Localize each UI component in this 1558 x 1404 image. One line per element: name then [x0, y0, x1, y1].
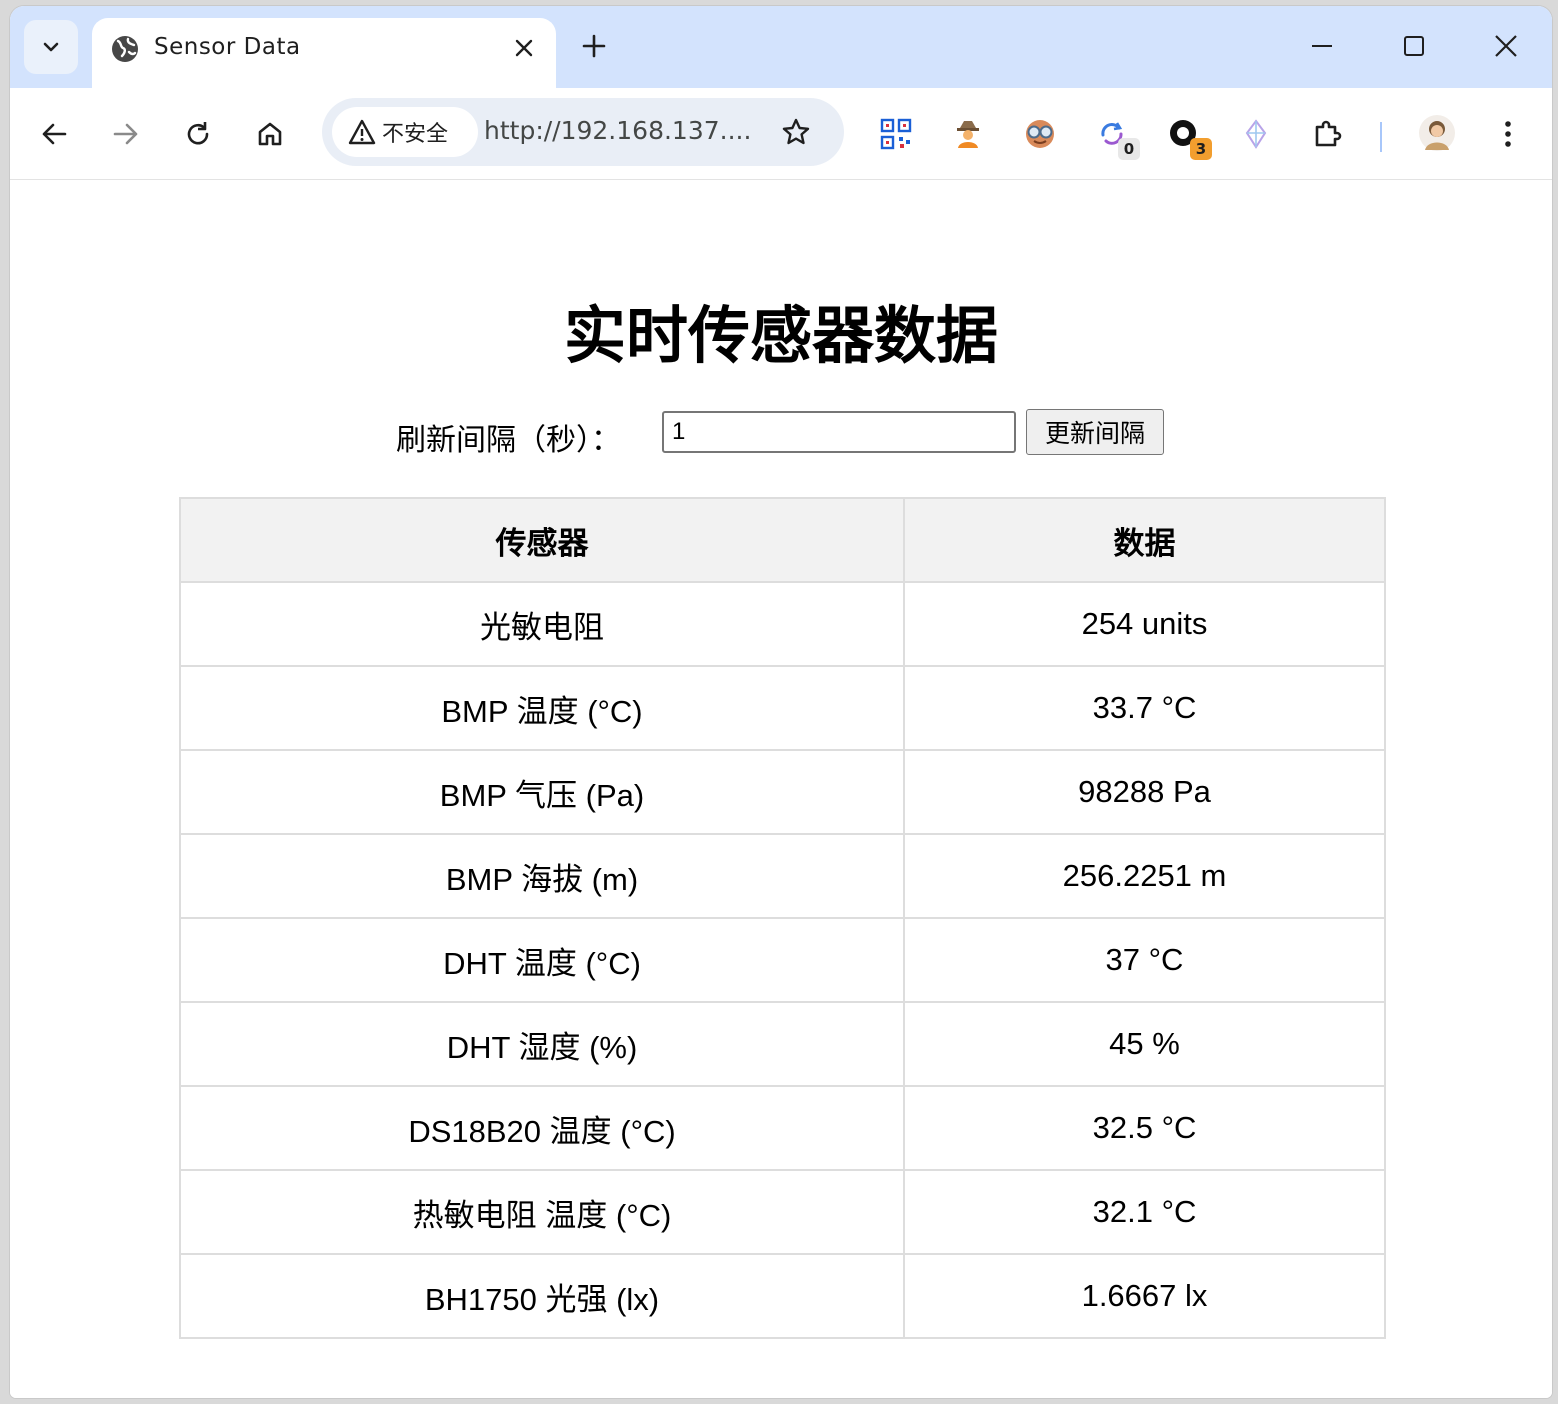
- tab-strip: Sensor Data: [10, 6, 1552, 90]
- circle-extension-badge: 3: [1190, 138, 1212, 160]
- sensor-value-cell: 33.7 °C: [903, 665, 1386, 751]
- table-row: BMP 气压 (Pa) 98288 Pa: [179, 749, 1386, 835]
- sync-extension[interactable]: 0: [1094, 116, 1140, 160]
- update-interval-button[interactable]: 更新间隔: [1026, 409, 1164, 455]
- refresh-interval-input[interactable]: [662, 411, 1016, 453]
- url-text[interactable]: http://192.168.137....: [484, 116, 751, 145]
- sensor-name-cell: DHT 温度 (°C): [179, 917, 905, 1003]
- table-row: DHT 湿度 (%) 45 %: [179, 1001, 1386, 1087]
- security-label: 不安全: [382, 122, 449, 147]
- close-icon: [1495, 35, 1517, 57]
- sensor-value-cell: 256.2251 m: [903, 833, 1386, 919]
- avatar: [1419, 115, 1455, 151]
- table-row: DHT 温度 (°C) 37 °C: [179, 917, 1386, 1003]
- sensor-name-cell: 光敏电阻: [179, 581, 905, 667]
- sensor-value-cell: 45 %: [903, 1001, 1386, 1087]
- tab-search-button[interactable]: [24, 20, 78, 74]
- goggles-extension-icon: [1026, 120, 1054, 148]
- window-close-button[interactable]: [1481, 24, 1531, 68]
- extensions-menu-button[interactable]: [1310, 116, 1346, 152]
- spy-extension[interactable]: [950, 116, 986, 152]
- circle-extension[interactable]: 3: [1166, 116, 1212, 160]
- table-row: BH1750 光强 (lx) 1.6667 lx: [179, 1253, 1386, 1339]
- forward-arrow-icon: [113, 123, 138, 145]
- table-row: 热敏电阻 温度 (°C) 32.1 °C: [179, 1169, 1386, 1255]
- column-header-data: 数据: [903, 497, 1386, 583]
- sensor-value-cell: 37 °C: [903, 917, 1386, 1003]
- qr-code-icon: [880, 118, 912, 150]
- sensor-name-cell: 热敏电阻 温度 (°C): [179, 1169, 905, 1255]
- sensor-value-cell: 1.6667 lx: [903, 1253, 1386, 1339]
- sensor-name-cell: BMP 海拔 (m): [179, 833, 905, 919]
- sensor-name-cell: DHT 湿度 (%): [179, 1001, 905, 1087]
- maximize-icon: [1404, 36, 1424, 56]
- sensor-value-cell: 254 units: [903, 581, 1386, 667]
- page-title: 实时传感器数据: [563, 299, 998, 372]
- tab-close-button[interactable]: [506, 30, 542, 66]
- crystal-extension[interactable]: [1238, 116, 1274, 152]
- table-row: BMP 温度 (°C) 33.7 °C: [179, 665, 1386, 751]
- profile-button[interactable]: [1418, 114, 1456, 152]
- column-header-sensor: 传感器: [179, 497, 905, 583]
- security-indicator[interactable]: 不安全: [332, 107, 478, 157]
- sensor-name-cell: BMP 温度 (°C): [179, 665, 905, 751]
- sensor-name-cell: DS18B20 温度 (°C): [179, 1085, 905, 1171]
- star-icon: [782, 118, 810, 145]
- refresh-interval-label: 刷新间隔（秒）：: [396, 423, 621, 458]
- new-tab-button[interactable]: [574, 26, 614, 66]
- table-row: DS18B20 温度 (°C) 32.5 °C: [179, 1085, 1386, 1171]
- spy-extension-icon: [957, 121, 979, 148]
- toolbar-separator: [1380, 122, 1382, 152]
- tab-sensor-data[interactable]: Sensor Data: [92, 18, 556, 90]
- browser-menu-button[interactable]: [1488, 114, 1528, 154]
- sensor-data-table: 传感器 数据 光敏电阻 254 units BMP 温度 (°C) 33.7 °…: [179, 497, 1386, 1339]
- reload-button[interactable]: [178, 114, 218, 154]
- browser-window: Sensor Data 不安全 http://192.168.137.... 0…: [10, 6, 1552, 1398]
- page-content: 实时传感器数据 刷新间隔（秒）： 更新间隔 传感器 数据 光敏电阻 254 un…: [10, 181, 1552, 1398]
- home-icon: [258, 122, 282, 146]
- crystal-extension-icon: [1245, 119, 1267, 149]
- tab-title: Sensor Data: [154, 34, 301, 60]
- sensor-value-cell: 32.5 °C: [903, 1085, 1386, 1171]
- back-arrow-icon: [42, 123, 67, 145]
- table-row: BMP 海拔 (m) 256.2251 m: [179, 833, 1386, 919]
- chevron-down-icon: [43, 42, 59, 52]
- table-header-row: 传感器 数据: [179, 497, 1386, 583]
- puzzle-icon: [1315, 120, 1342, 147]
- minimize-icon: [1312, 45, 1332, 47]
- maximize-button[interactable]: [1389, 24, 1439, 68]
- minimize-button[interactable]: [1297, 24, 1347, 68]
- sensor-name-cell: BMP 气压 (Pa): [179, 749, 905, 835]
- more-vertical-icon: [1505, 121, 1511, 147]
- warning-icon: [348, 119, 376, 145]
- back-button[interactable]: [34, 114, 74, 154]
- sync-extension-badge: 0: [1118, 138, 1140, 160]
- browser-toolbar: 不安全 http://192.168.137.... 0 3: [10, 88, 1552, 180]
- goggles-extension[interactable]: [1022, 116, 1058, 152]
- reload-icon: [187, 122, 209, 145]
- home-button[interactable]: [250, 114, 290, 154]
- qr-code-extension[interactable]: [878, 116, 914, 152]
- globe-icon: [112, 36, 138, 62]
- close-icon: [515, 39, 533, 57]
- address-bar[interactable]: 不安全 http://192.168.137....: [322, 98, 844, 166]
- forward-button[interactable]: [106, 114, 146, 154]
- sensor-value-cell: 32.1 °C: [903, 1169, 1386, 1255]
- bookmark-button[interactable]: [778, 114, 814, 150]
- plus-icon: [582, 34, 606, 58]
- refresh-interval-form: 刷新间隔（秒）： 更新间隔: [396, 409, 1176, 458]
- table-row: 光敏电阻 254 units: [179, 581, 1386, 667]
- sensor-value-cell: 98288 Pa: [903, 749, 1386, 835]
- sensor-name-cell: BH1750 光强 (lx): [179, 1253, 905, 1339]
